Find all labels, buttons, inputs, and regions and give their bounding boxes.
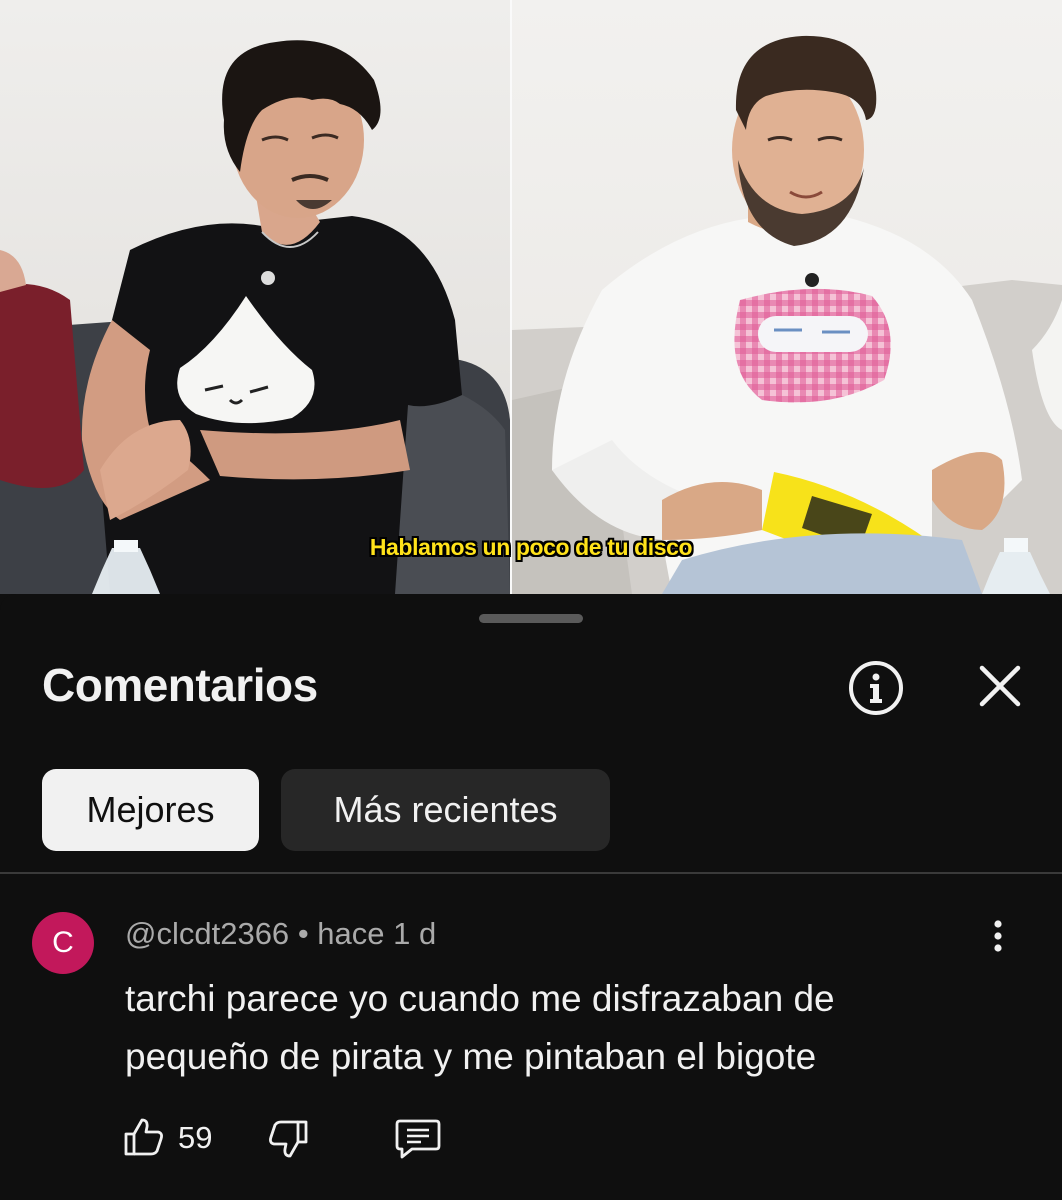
thumbs-up-icon <box>124 1118 163 1156</box>
comment-meta: @clcdt2366 • hace 1 d <box>125 916 436 952</box>
like-count: 59 <box>178 1120 213 1155</box>
avatar[interactable]: C <box>32 912 94 974</box>
close-icon <box>979 665 1021 707</box>
reply-comment-icon <box>395 1119 441 1159</box>
info-button[interactable] <box>846 658 906 718</box>
frame-divider <box>510 0 512 594</box>
person-left-illustration <box>0 40 510 594</box>
person-right-illustration <box>512 35 1062 594</box>
sort-chip-top[interactable]: Mejores <box>42 769 259 851</box>
meta-separator: • <box>297 916 309 951</box>
reply-button[interactable] <box>394 1116 442 1160</box>
comment-text-line: tarchi parece yo cuando me disfrazaban d… <box>125 978 835 1019</box>
video-subtitle: Hablamos un poco de tu disco <box>369 534 693 560</box>
comment-text-line: pequeño de pirata y me pintaban el bigot… <box>125 1036 817 1077</box>
thumbs-down-icon <box>269 1120 308 1158</box>
drag-handle[interactable] <box>479 614 583 623</box>
info-circle-icon <box>849 661 903 715</box>
video-frame-left <box>0 0 510 594</box>
more-vertical-icon <box>994 920 1002 952</box>
video-player[interactable]: Hablamos un poco de tu disco <box>0 0 1062 594</box>
dislike-button[interactable] <box>266 1116 314 1160</box>
comments-title: Comentarios <box>42 659 318 711</box>
section-divider <box>0 872 1062 874</box>
comment-time: hace 1 d <box>317 916 437 951</box>
video-frame-right <box>512 0 1062 594</box>
comment-more-button[interactable] <box>978 916 1018 956</box>
close-button[interactable] <box>972 658 1028 714</box>
comment-author[interactable]: @clcdt2366 <box>125 916 289 951</box>
comment-text: tarchi parece yo cuando me disfrazaban d… <box>125 970 985 1086</box>
comments-sheet: Comentarios Mejores Más recientes C @clc… <box>0 594 1062 1200</box>
sort-chip-newest[interactable]: Más recientes <box>281 769 610 851</box>
like-button[interactable]: 59 <box>122 1116 222 1160</box>
